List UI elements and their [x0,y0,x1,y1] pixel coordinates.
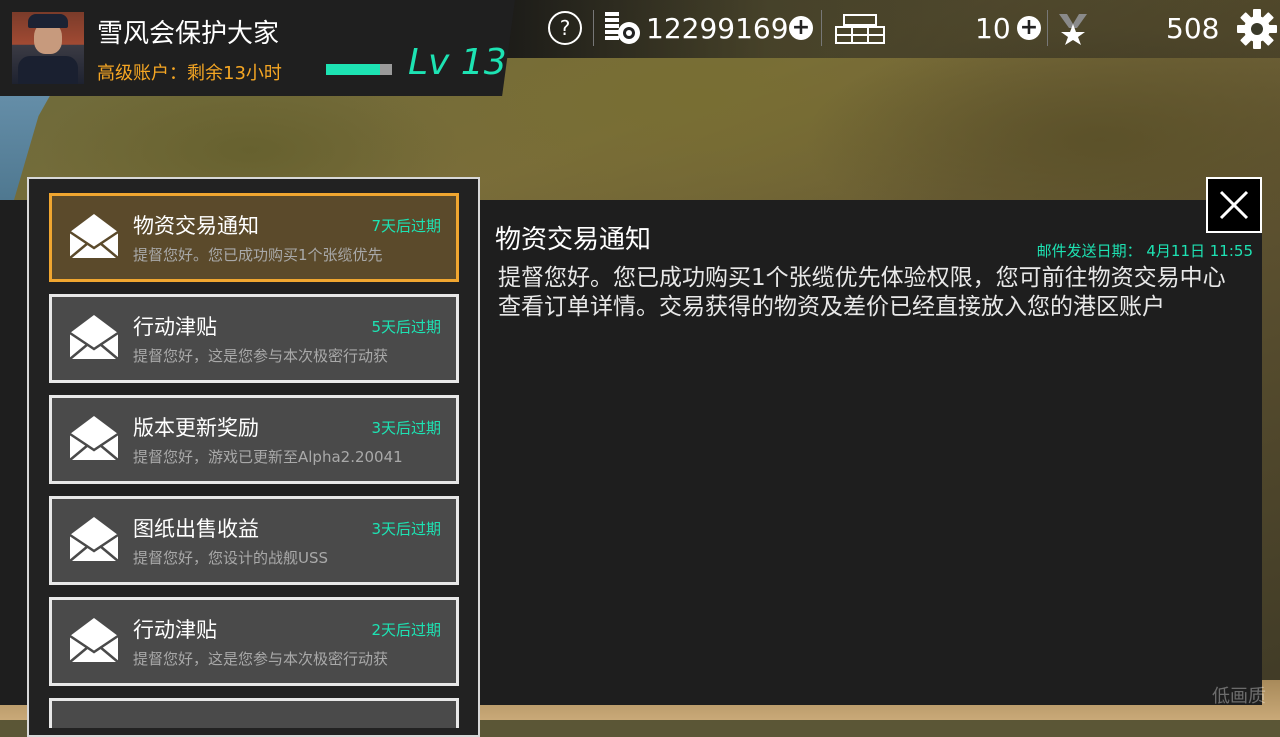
envelope-icon [69,315,119,360]
mail-preview: 提督您好，您设计的战舰USS [133,549,329,567]
envelope-icon [69,416,119,461]
crate-count: 10 [975,12,1011,45]
mail-expire: 5天后过期 [371,318,441,336]
close-button[interactable] [1206,177,1262,233]
envelope-icon [69,214,119,259]
supply-crate-icon[interactable] [834,13,886,45]
add-coins-button[interactable]: + [789,16,813,40]
mail-item[interactable]: 图纸出售收益 3天后过期 提督您好，您设计的战舰USS [49,496,459,585]
mail-item[interactable]: 版本更新奖励 3天后过期 提督您好，游戏已更新至Alpha2.20041 [49,395,459,484]
star-medal-icon [1059,14,1087,45]
mail-expire: 2天后过期 [371,621,441,639]
add-crates-button[interactable]: + [1017,16,1041,40]
mail-detail-panel: 物资交易通知 邮件发送日期： 4月11日 11:55 提督您好。您已成功购买1个… [480,200,1260,705]
player-panel: 雪风会保护大家 高级账户：剩余13小时 Lv 13 [0,0,515,96]
mail-preview: 提督您好，这是您参与本次极密行动获 [133,650,389,668]
avatar[interactable] [12,12,84,84]
premium-status: 高级账户：剩余13小时 [97,63,282,84]
graphics-quality-label: 低画质 [1212,686,1266,707]
mail-title: 版本更新奖励 [133,416,259,440]
close-icon [1219,190,1249,220]
coin-stack-icon [605,12,640,44]
mail-expire: 3天后过期 [371,520,441,538]
coin-balance: 12299169 [646,12,789,45]
divider [593,10,594,46]
mail-item[interactable]: 物资交易通知 7天后过期 提督您好。您已成功购买1个张缆优先 [49,193,459,282]
mail-item[interactable]: 行动津贴 2天后过期 提督您好，这是您参与本次极密行动获 [49,597,459,686]
envelope-icon [69,517,119,562]
mail-title: 行动津贴 [133,315,217,339]
question-mark-icon[interactable]: ? [548,11,582,45]
mail-expire: 3天后过期 [371,419,441,437]
medal-count: 508 [1166,12,1220,45]
divider [1047,10,1048,46]
mail-item[interactable]: 行动津贴 5天后过期 提督您好，这是您参与本次极密行动获 [49,294,459,383]
player-name: 雪风会保护大家 [97,19,280,49]
divider [821,10,822,46]
mail-title: 行动津贴 [133,618,217,642]
mail-preview: 提督您好，游戏已更新至Alpha2.20041 [133,448,403,466]
gear-icon[interactable] [1236,8,1278,50]
mail-preview: 提督您好。您已成功购买1个张缆优先 [133,246,383,264]
mail-preview: 提督您好，这是您参与本次极密行动获 [133,347,389,365]
xp-progress-fill [326,64,381,75]
mail-send-date: 邮件发送日期： 4月11日 11:55 [1036,242,1253,260]
mail-detail-title: 物资交易通知 [495,225,652,255]
xp-progress-bar [326,64,392,75]
mail-title: 物资交易通知 [133,214,259,238]
mail-title: 图纸出售收益 [133,517,259,541]
avatar-coat [18,56,78,84]
mail-detail-body: 提督您好。您已成功购买1个张缆优先体验权限，您可前往物资交易中心查看订单详情。交… [498,265,1226,320]
avatar-cap [28,14,68,28]
player-level: Lv 13 [408,42,507,83]
envelope-icon [69,618,119,663]
mail-item[interactable] [49,698,459,728]
mail-expire: 7天后过期 [371,217,441,235]
